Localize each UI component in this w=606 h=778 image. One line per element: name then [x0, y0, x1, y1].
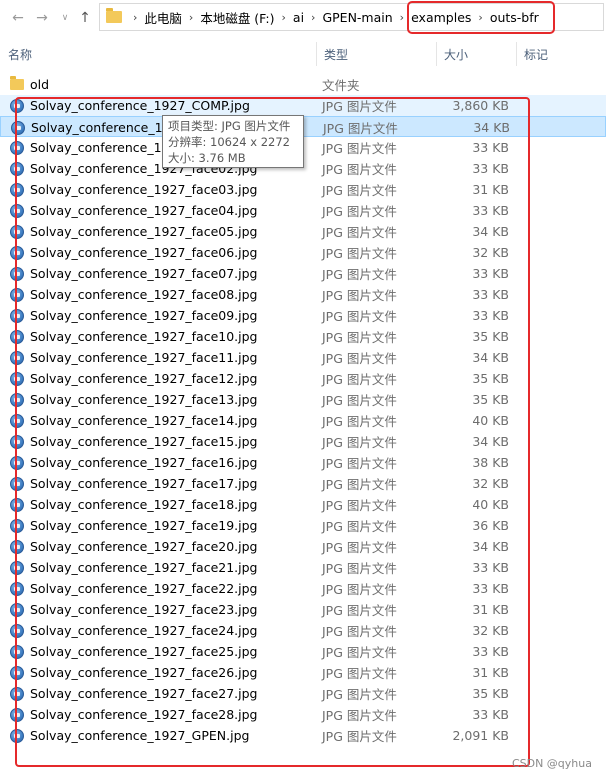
chevron-right-icon[interactable]: › — [189, 11, 193, 24]
header-name[interactable]: 名称 — [0, 40, 316, 68]
highlight-box-files — [15, 97, 530, 767]
file-type: 文件夹 — [322, 78, 360, 93]
chevron-right-icon[interactable]: › — [133, 11, 137, 24]
breadcrumb-drive-f[interactable]: 本地磁盘 (F:) — [200, 8, 274, 27]
folder-icon — [106, 8, 122, 23]
watermark: CSDN @qyhua — [511, 757, 592, 770]
tooltip-item-type: 项目类型: JPG 图片文件 — [168, 119, 291, 133]
forward-icon[interactable]: → — [32, 8, 52, 28]
up-arrow-icon[interactable]: ↑ — [75, 8, 95, 28]
file-explorer-window: ← → ∨ ↑ › 此电脑 › 本地磁盘 (F:) › ai › GPEN-ma… — [0, 0, 606, 778]
file-name-cell: old — [10, 74, 49, 95]
breadcrumb-ai[interactable]: ai — [293, 10, 304, 25]
folder-row[interactable]: old 文件夹 — [0, 74, 606, 95]
folder-icon — [10, 76, 24, 90]
chevron-right-icon[interactable]: › — [400, 11, 404, 24]
chevron-right-icon[interactable]: › — [311, 11, 315, 24]
history-chevron-down-icon[interactable]: ∨ — [55, 8, 75, 28]
header-tags[interactable]: 标记 — [516, 40, 606, 68]
highlight-box-path — [407, 1, 555, 34]
column-headers: 名称 类型 大小 标记 — [0, 40, 606, 68]
chevron-right-icon[interactable]: › — [282, 11, 286, 24]
file-info-tooltip: 项目类型: JPG 图片文件 分辨率: 10624 x 2272 大小: 3.7… — [162, 115, 304, 168]
header-type[interactable]: 类型 — [316, 40, 436, 68]
header-size[interactable]: 大小 — [436, 40, 516, 68]
navigation-bar: ← → ∨ ↑ › 此电脑 › 本地磁盘 (F:) › ai › GPEN-ma… — [0, 0, 606, 36]
back-icon[interactable]: ← — [8, 8, 28, 28]
breadcrumb-this-pc[interactable]: 此电脑 — [144, 8, 182, 27]
file-name: old — [30, 77, 50, 92]
breadcrumb-gpen-main[interactable]: GPEN-main — [322, 10, 392, 25]
file-size — [440, 74, 509, 95]
tooltip-size: 大小: 3.76 MB — [168, 151, 246, 165]
tooltip-resolution: 分辨率: 10624 x 2272 — [168, 135, 290, 149]
